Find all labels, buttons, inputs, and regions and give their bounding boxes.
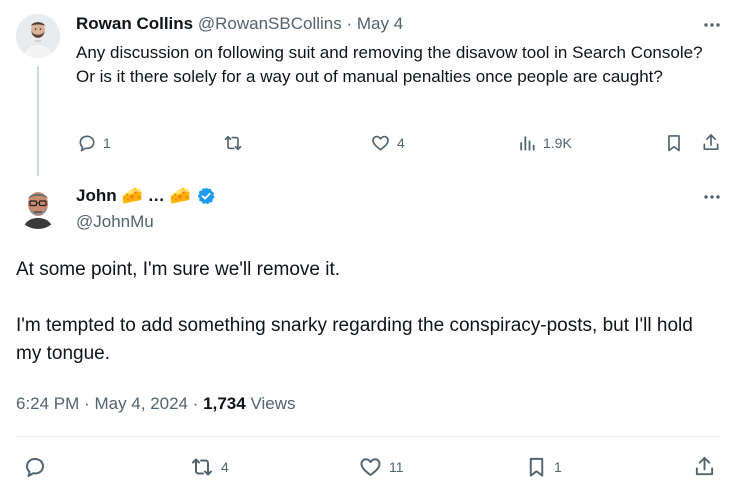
- meta-separator-2: ·: [192, 394, 199, 413]
- parent-like-count: 4: [397, 135, 405, 151]
- parent-reply-button[interactable]: 1: [77, 133, 111, 153]
- verified-badge-icon[interactable]: [196, 186, 216, 206]
- more-horizontal-icon: [703, 187, 721, 205]
- heart-icon: [358, 455, 383, 479]
- cheese-emoji-1: 🧀: [121, 186, 143, 206]
- tweet-author-name[interactable]: John: [76, 186, 117, 206]
- parent-author-name[interactable]: Rowan Collins: [76, 14, 193, 33]
- parent-author-handle[interactable]: @RowanSBCollins: [198, 14, 342, 33]
- bookmark-icon: [664, 133, 684, 153]
- parent-tweet-date[interactable]: May 4: [357, 14, 403, 33]
- parent-views-button[interactable]: 1.9K: [517, 133, 572, 153]
- tweet-like-count: 11: [389, 459, 404, 475]
- name-ellipsis: …: [147, 186, 165, 205]
- cheese-emoji-2: 🧀: [169, 186, 191, 206]
- tweet-date[interactable]: May 4, 2024: [94, 394, 188, 413]
- parent-like-button[interactable]: 4: [370, 133, 405, 153]
- tweet-more-button[interactable]: [698, 188, 726, 204]
- parent-views-count: 1.9K: [543, 135, 572, 151]
- parent-tweet-text: Any discussion on following suit and rem…: [76, 43, 703, 86]
- bookmark-icon: [525, 455, 548, 479]
- tweet-repost-count: 4: [221, 459, 229, 475]
- tweet-reply-button[interactable]: [23, 455, 53, 479]
- tweet-paragraph-1: At some point, I'm sure we'll remove it.: [16, 259, 341, 280]
- tweet-bookmark-count: 1: [554, 459, 562, 475]
- share-upload-icon: [693, 454, 716, 479]
- divider: [16, 436, 721, 437]
- tweet-time[interactable]: 6:24 PM: [16, 394, 79, 413]
- parent-tweet-header: Rowan Collins @RowanSBCollins · May 4: [76, 14, 403, 34]
- tweet-text: At some point, I'm sure we'll remove it.…: [16, 256, 721, 368]
- tweet-like-button[interactable]: 11: [358, 455, 404, 479]
- meta-separator-1: ·: [84, 394, 90, 413]
- tweet-bookmark-button[interactable]: 1: [525, 455, 562, 479]
- tweet-views-label: Views: [250, 394, 296, 413]
- parent-bookmark-button[interactable]: [664, 133, 684, 153]
- parent-more-button[interactable]: [698, 16, 726, 32]
- tweet-author-name-row[interactable]: John 🧀 … 🧀: [76, 186, 216, 206]
- thread-connector-line: [37, 66, 39, 176]
- parent-share-button[interactable]: [701, 132, 721, 153]
- heart-icon: [370, 133, 391, 153]
- analytics-bars-icon: [517, 133, 537, 153]
- share-upload-icon: [701, 132, 721, 153]
- tweet-author-handle[interactable]: @JohnMu: [76, 212, 154, 232]
- parent-header-separator: ·: [346, 14, 353, 33]
- tweet-views-count[interactable]: 1,734: [203, 394, 246, 413]
- repost-arrows-icon: [189, 455, 215, 479]
- parent-repost-button[interactable]: [222, 133, 250, 153]
- reply-bubble-icon: [23, 455, 47, 479]
- more-horizontal-icon: [703, 15, 721, 33]
- tweet-meta: 6:24 PM · May 4, 2024 · 1,734 Views: [16, 394, 295, 414]
- repost-arrows-icon: [222, 133, 244, 153]
- tweet-repost-button[interactable]: 4: [189, 455, 229, 479]
- avatar-rowan-collins[interactable]: [16, 14, 60, 58]
- avatar-john-mu[interactable]: [16, 185, 60, 229]
- tweet-paragraph-2: I'm tempted to add something snarky rega…: [16, 315, 693, 364]
- reply-bubble-icon: [77, 133, 97, 153]
- parent-reply-count: 1: [103, 135, 111, 151]
- tweet-share-button[interactable]: [693, 454, 716, 479]
